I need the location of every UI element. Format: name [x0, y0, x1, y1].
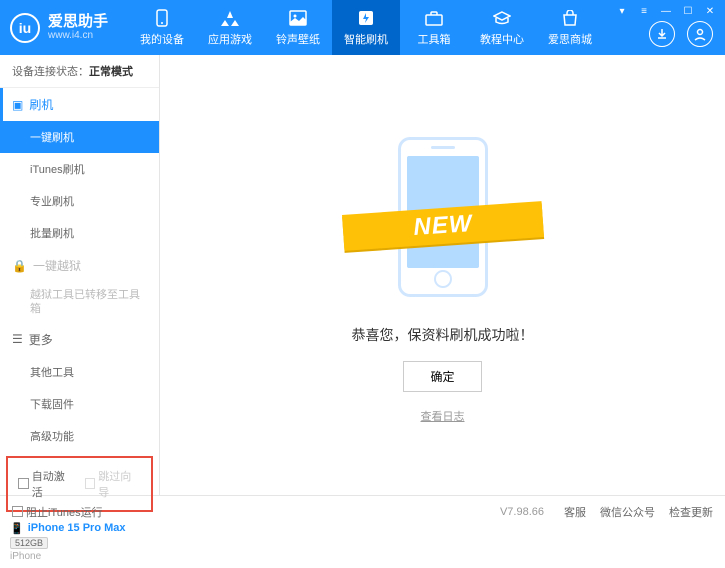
main-content: NEW 恭喜您，保资料刷机成功啦！ 确定 查看日志: [160, 55, 725, 495]
phone-icon: [152, 8, 172, 28]
sidebar-item-download-firmware[interactable]: 下载固件: [0, 388, 159, 420]
nav-tutorials[interactable]: 教程中心: [468, 0, 536, 55]
device-status: 设备连接状态：正常模式: [0, 55, 159, 88]
app-header: iu 爱思助手 www.i4.cn 我的设备 应用游戏 铃声壁纸: [0, 0, 725, 55]
sidebar-group-jailbreak: 🔒 一键越狱: [0, 249, 159, 282]
maximize-icon[interactable]: ☐: [681, 4, 695, 18]
checkbox-skip-guide[interactable]: 跳过向导: [85, 468, 142, 500]
app-title: 爱思助手: [48, 14, 108, 31]
sidebar-jailbreak-note: 越狱工具已转移至工具箱: [0, 282, 159, 323]
logo: iu 爱思助手 www.i4.cn: [10, 13, 108, 43]
nav-mall[interactable]: 爱思商城: [536, 0, 604, 55]
logo-icon: iu: [10, 13, 40, 43]
success-message: 恭喜您，保资料刷机成功啦！: [352, 325, 534, 345]
success-illustration: NEW: [353, 127, 533, 307]
checkbox-block-itunes[interactable]: 阻止iTunes运行: [12, 504, 103, 520]
lock-icon: 🔒: [12, 259, 27, 273]
minimize-icon[interactable]: —: [659, 4, 673, 18]
tutorial-icon: [492, 8, 512, 28]
device-info[interactable]: 📱 iPhone 15 Pro Max 512GB iPhone: [0, 516, 159, 568]
sidebar-group-flash[interactable]: ▣ 刷机: [0, 88, 159, 121]
nav-apps-games[interactable]: 应用游戏: [196, 0, 264, 55]
nav-ringtone-wallpaper[interactable]: 铃声壁纸: [264, 0, 332, 55]
mall-icon: [560, 8, 580, 28]
sidebar-item-pro-flash[interactable]: 专业刷机: [0, 185, 159, 217]
version-label: V7.98.66: [500, 506, 544, 518]
download-button[interactable]: [649, 21, 675, 47]
app-url: www.i4.cn: [48, 30, 108, 41]
more-icon: ☰: [12, 332, 23, 346]
device-type: iPhone: [10, 551, 149, 562]
sidebar-item-batch-flash[interactable]: 批量刷机: [0, 217, 159, 249]
footer-link-update[interactable]: 检查更新: [669, 504, 713, 520]
dropdown-icon[interactable]: ▾: [615, 4, 629, 18]
user-button[interactable]: [687, 21, 713, 47]
nav-toolbox[interactable]: 工具箱: [400, 0, 468, 55]
sidebar-item-oneclick-flash[interactable]: 一键刷机: [0, 121, 159, 153]
flash-small-icon: ▣: [12, 98, 23, 112]
flash-icon: [356, 8, 376, 28]
device-name: 📱 iPhone 15 Pro Max: [10, 522, 149, 535]
sidebar-item-other-tools[interactable]: 其他工具: [0, 356, 159, 388]
phone-small-icon: 📱: [10, 522, 24, 535]
new-ribbon: NEW: [341, 201, 543, 251]
top-nav: 我的设备 应用游戏 铃声壁纸 智能刷机 工具箱: [128, 0, 604, 55]
sidebar-item-advanced[interactable]: 高级功能: [0, 420, 159, 452]
header-actions: [649, 21, 713, 47]
window-controls: ▾ ≡ — ☐ ✕: [615, 4, 717, 18]
checkbox-auto-activate[interactable]: 自动激活: [18, 468, 75, 500]
menu-icon[interactable]: ≡: [637, 4, 651, 18]
view-log-link[interactable]: 查看日志: [421, 408, 465, 424]
sidebar: 设备连接状态：正常模式 ▣ 刷机 一键刷机 iTunes刷机 专业刷机 批量刷机…: [0, 55, 160, 495]
footer-link-wechat[interactable]: 微信公众号: [600, 504, 655, 520]
sidebar-item-itunes-flash[interactable]: iTunes刷机: [0, 153, 159, 185]
footer-link-support[interactable]: 客服: [564, 504, 586, 520]
wallpaper-icon: [288, 8, 308, 28]
close-icon[interactable]: ✕: [703, 4, 717, 18]
toolbox-icon: [424, 8, 444, 28]
apps-icon: [220, 8, 240, 28]
nav-smart-flash[interactable]: 智能刷机: [332, 0, 400, 55]
storage-badge: 512GB: [10, 537, 48, 549]
ok-button[interactable]: 确定: [403, 361, 481, 392]
sidebar-group-more[interactable]: ☰ 更多: [0, 323, 159, 356]
nav-my-device[interactable]: 我的设备: [128, 0, 196, 55]
